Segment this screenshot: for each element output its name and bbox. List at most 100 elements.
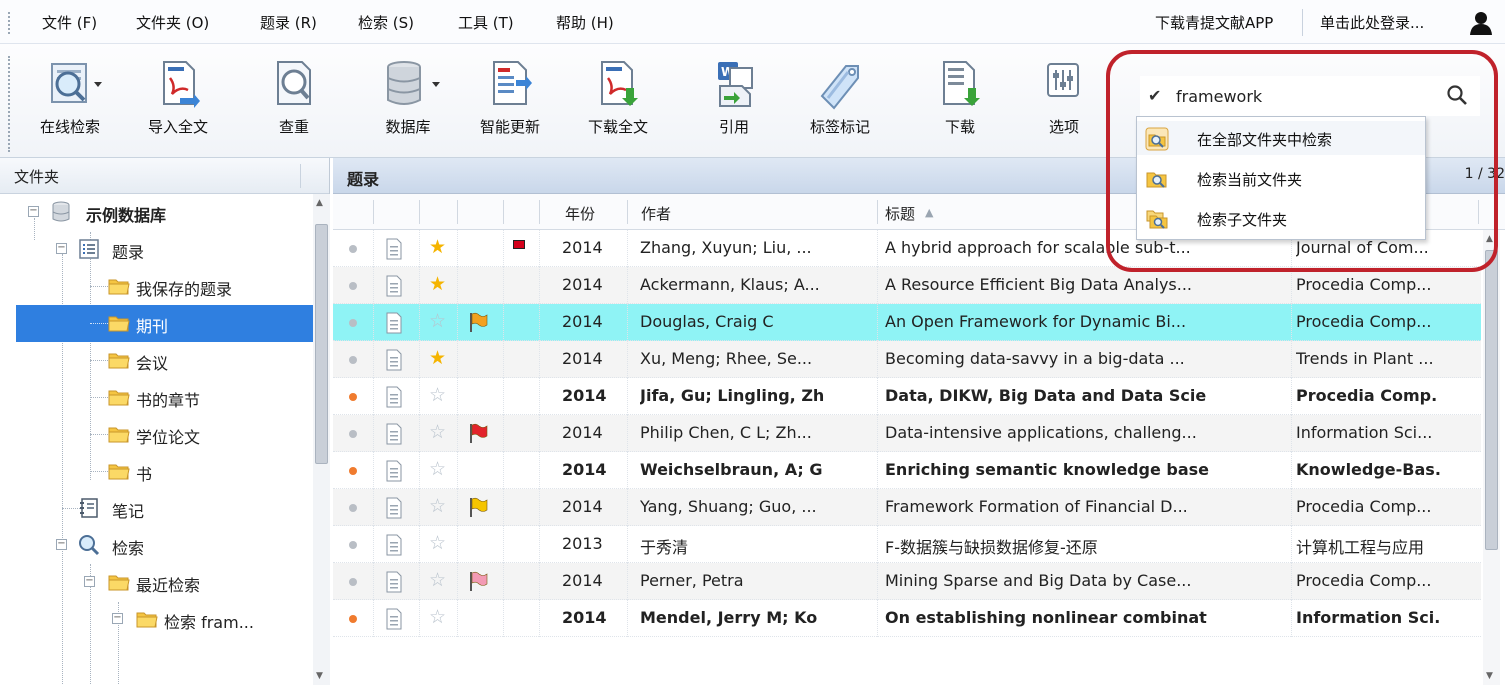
table-row[interactable]: ★ 2014 Ackermann, Klaus; A... A Resource Ef… [333, 267, 1481, 304]
login-link[interactable]: 单击此处登录... [1320, 12, 1424, 33]
flag-icon[interactable] [467, 570, 489, 592]
tree-item-sample-database[interactable]: − 示例数据库 [0, 194, 313, 231]
import-fulltext-button[interactable]: 导入全文 [148, 58, 208, 137]
document-icon[interactable] [385, 534, 403, 556]
star-icon[interactable]: ☆ [429, 385, 446, 405]
tree-item-my-saved[interactable]: 我保存的题录 [0, 268, 313, 305]
document-icon[interactable] [385, 608, 403, 630]
tree-item-recent-searches[interactable]: − 最近检索 [0, 564, 313, 601]
tree-item-references[interactable]: − 题录 [0, 231, 313, 268]
document-icon[interactable] [385, 312, 403, 334]
collapse-toggle-icon[interactable]: − [112, 613, 123, 624]
table-row[interactable]: ☆ 2014 Perner, Petra Mining Sparse and Big … [333, 563, 1481, 600]
table-row[interactable]: ☆ 2014 Jifa, Gu; Lingling, Zh Data, DIKW, B… [333, 378, 1481, 415]
menu-file[interactable]: 文件 (F) [42, 12, 97, 33]
tree-item-theses[interactable]: 学位论文 [0, 416, 313, 453]
database-button[interactable]: 数据库 [384, 58, 440, 137]
column-author[interactable]: 作者 [641, 203, 671, 224]
read-dot-icon[interactable] [349, 356, 357, 364]
table-row[interactable]: ☆ 2014 Weichselbraun, A; G Enriching semant… [333, 452, 1481, 489]
menu-references[interactable]: 题录 (R) [260, 12, 317, 33]
tree-item-conference[interactable]: 会议 [0, 342, 313, 379]
star-icon[interactable]: ★ [429, 274, 446, 294]
tree-item-books[interactable]: 书 [0, 453, 313, 490]
unread-dot-icon[interactable] [349, 615, 357, 623]
scroll-down-icon[interactable]: ▼ [316, 671, 323, 681]
tree-item-search[interactable]: − 检索 [0, 527, 313, 564]
read-dot-icon[interactable] [349, 541, 357, 549]
table-row[interactable]: ☆ 2014 Philip Chen, C L; Zh... Data-intensi… [333, 415, 1481, 452]
tree-item-search-framework[interactable]: − 检索 fram... [0, 601, 313, 638]
unread-dot-icon[interactable] [349, 393, 357, 401]
search-icon[interactable] [1446, 84, 1468, 106]
menu-search[interactable]: 检索 (S) [358, 12, 414, 33]
star-icon[interactable]: ☆ [429, 311, 446, 331]
references-scrollbar[interactable]: ▲ ▼ [1483, 230, 1500, 685]
read-dot-icon[interactable] [349, 578, 357, 586]
collapse-toggle-icon[interactable]: − [84, 576, 95, 587]
star-icon[interactable]: ☆ [429, 533, 446, 553]
scroll-up-icon[interactable]: ▲ [1486, 234, 1493, 244]
download-button[interactable]: 下载 [936, 58, 984, 137]
document-icon[interactable] [385, 275, 403, 297]
document-icon[interactable] [385, 238, 403, 260]
document-icon[interactable] [385, 386, 403, 408]
table-row[interactable]: ☆ 2014 Douglas, Craig C An Open Framework f… [333, 304, 1481, 341]
folder-tree-scrollbar[interactable]: ▲ ▼ [313, 194, 330, 685]
search-all-folders-option[interactable]: 在全部文件夹中检索 [1137, 121, 1425, 155]
unread-dot-icon[interactable] [349, 467, 357, 475]
download-fulltext-button[interactable]: 下载全文 [588, 58, 648, 137]
dedupe-button[interactable]: 查重 [270, 58, 318, 137]
user-icon[interactable] [1468, 10, 1494, 36]
scroll-thumb[interactable] [315, 224, 328, 464]
star-icon[interactable]: ☆ [429, 459, 446, 479]
column-year[interactable]: 年份 [565, 203, 595, 224]
read-dot-icon[interactable] [349, 319, 357, 327]
document-icon[interactable] [385, 460, 403, 482]
read-dot-icon[interactable] [349, 430, 357, 438]
table-row[interactable]: ☆ 2014 Yang, Shuang; Guo, ... Framework For… [333, 489, 1481, 526]
flag-icon[interactable] [467, 422, 489, 444]
scroll-thumb[interactable] [1485, 250, 1498, 550]
star-icon[interactable]: ☆ [429, 496, 446, 516]
read-dot-icon[interactable] [349, 245, 357, 253]
download-app-link[interactable]: 下载青提文献APP [1155, 12, 1273, 33]
document-icon[interactable] [385, 349, 403, 371]
flag-icon[interactable] [467, 311, 489, 333]
star-icon[interactable]: ★ [429, 237, 446, 257]
tree-item-book-chapters[interactable]: 书的章节 [0, 379, 313, 416]
collapse-toggle-icon[interactable]: − [56, 243, 67, 254]
search-current-folder-option[interactable]: 检索当前文件夹 [1137, 161, 1425, 195]
collapse-toggle-icon[interactable]: − [56, 539, 67, 550]
smart-update-button[interactable]: 智能更新 [480, 58, 540, 137]
scroll-down-icon[interactable]: ▼ [1486, 671, 1493, 681]
search-scope-chevron-icon[interactable]: ✔ [1148, 86, 1161, 105]
collapse-toggle-icon[interactable]: − [28, 206, 39, 217]
options-button[interactable]: 选项 [1040, 58, 1088, 137]
document-icon[interactable] [385, 571, 403, 593]
flag-icon[interactable] [467, 496, 489, 518]
online-search-button[interactable]: 在线检索 [40, 58, 102, 137]
search-subfolders-option[interactable]: 检索子文件夹 [1137, 201, 1425, 235]
tag-mark-button[interactable]: 标签标记 [810, 58, 870, 137]
table-row[interactable]: ☆ 2014 Mendel, Jerry M; Ko On establishing … [333, 600, 1481, 637]
read-dot-icon[interactable] [349, 282, 357, 290]
column-title[interactable]: 标题 [885, 203, 915, 224]
table-row[interactable]: ★ 2014 Xu, Meng; Rhee, Se... Becoming data-… [333, 341, 1481, 378]
table-row[interactable]: ☆ 2013 于秀清 F-数据簇与缺损数据修复-还原 计算机工程与应用 [333, 526, 1481, 563]
read-dot-icon[interactable] [349, 504, 357, 512]
cite-button[interactable]: W 引用 [710, 58, 758, 137]
star-icon[interactable]: ☆ [429, 570, 446, 590]
document-icon[interactable] [385, 423, 403, 445]
document-icon[interactable] [385, 497, 403, 519]
menu-folder[interactable]: 文件夹 (O) [136, 12, 209, 33]
menu-tools[interactable]: 工具 (T) [458, 12, 514, 33]
star-icon[interactable]: ☆ [429, 422, 446, 442]
star-icon[interactable]: ☆ [429, 607, 446, 627]
scroll-up-icon[interactable]: ▲ [316, 198, 323, 208]
star-icon[interactable]: ★ [429, 348, 446, 368]
tree-item-notes[interactable]: 笔记 [0, 490, 313, 527]
tree-item-journals[interactable]: 期刊 [16, 305, 313, 342]
search-input[interactable] [1176, 82, 1436, 110]
menu-help[interactable]: 帮助 (H) [556, 12, 614, 33]
